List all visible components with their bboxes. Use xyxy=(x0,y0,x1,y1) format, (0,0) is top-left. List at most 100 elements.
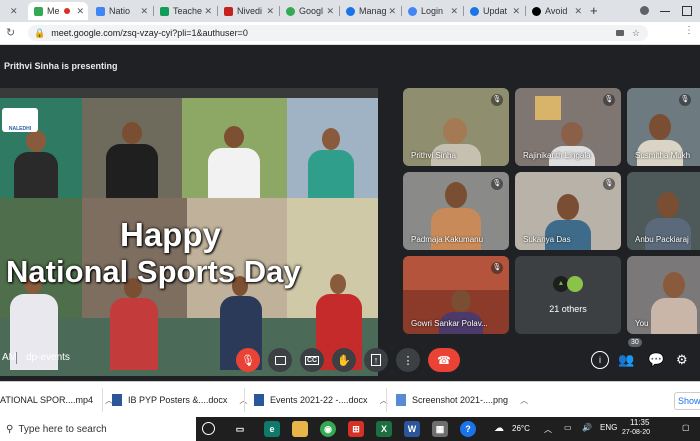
present-button[interactable]: ↑ xyxy=(364,348,388,372)
cloud-favicon-icon xyxy=(470,6,479,16)
participant-name: Susmitha Mukh xyxy=(635,151,691,160)
google-favicon-icon xyxy=(286,6,295,16)
close-icon[interactable]: ✕ xyxy=(512,6,520,17)
more-vert-icon: ⋮ xyxy=(402,354,414,367)
chevron-up-icon[interactable]: ︿ xyxy=(544,424,552,435)
captions-button[interactable]: CC xyxy=(300,348,324,372)
show-all-button[interactable]: Show xyxy=(674,392,700,410)
close-icon[interactable]: ✕ xyxy=(574,6,582,17)
hang-up-icon: ☎ xyxy=(437,354,451,367)
raise-hand-button[interactable]: ✋ xyxy=(332,348,356,372)
people-button[interactable]: 👥 xyxy=(618,352,634,368)
close-icon[interactable]: ✕ xyxy=(326,6,334,17)
chevron-up-icon[interactable]: ︿ xyxy=(520,395,528,406)
tab-national[interactable]: Natio ✕ xyxy=(90,2,152,20)
mic-muted-icon: 🎙 xyxy=(491,94,503,106)
close-icon[interactable]: ✕ xyxy=(450,6,458,17)
school-logo: NALEDHI xyxy=(2,108,38,132)
camera-icon[interactable] xyxy=(615,30,624,36)
tab-label: Avoid xyxy=(545,6,568,16)
leave-call-button[interactable]: ☎ xyxy=(428,348,460,372)
meet-favicon-icon xyxy=(34,6,43,16)
logo-text: NALEDHI xyxy=(8,126,32,132)
bookmark-star-icon[interactable]: ☆ xyxy=(632,28,640,39)
participant-tile[interactable]: 🎙 Prithvi Sinha xyxy=(403,88,509,166)
close-icon[interactable]: ✕ xyxy=(266,6,274,17)
help-icon[interactable]: ? xyxy=(460,421,476,437)
participant-tile[interactable]: 🎙 Susmitha Mukh xyxy=(627,88,700,166)
tab-label: Nivedi xyxy=(237,6,263,16)
close-icon[interactable]: ✕ xyxy=(10,6,18,17)
participant-name: Rajinikanth Lingala xyxy=(523,151,591,160)
participant-video xyxy=(557,194,579,220)
close-icon[interactable]: ✕ xyxy=(388,6,396,17)
lock-icon[interactable]: 🔒 xyxy=(34,28,45,39)
close-icon[interactable]: ✕ xyxy=(76,6,84,17)
more-menu-icon[interactable]: ⋮ xyxy=(684,25,694,36)
minimize-icon[interactable] xyxy=(660,11,670,12)
tab-teacher[interactable]: Teache ✕ xyxy=(154,2,216,20)
image-file-icon xyxy=(396,394,406,406)
activities-button[interactable]: ⚙ xyxy=(676,352,688,368)
cortana-icon[interactable] xyxy=(202,422,215,435)
close-icon[interactable]: ✕ xyxy=(204,6,212,17)
hand-icon: ✋ xyxy=(337,354,351,367)
taskbar-search[interactable]: ⚲ Type here to search xyxy=(0,417,196,441)
download-item[interactable]: ATIONAL SPOR....mp4 ︿ xyxy=(0,390,113,410)
present-icon: ↑ xyxy=(370,354,382,366)
tab-google[interactable]: Googl ✕ xyxy=(280,2,338,20)
meeting-time: AM xyxy=(2,352,17,363)
person xyxy=(322,128,340,150)
tab-update[interactable]: Updat ✕ xyxy=(464,2,524,20)
tab-partial[interactable]: ✕ xyxy=(0,2,26,20)
drive-favicon-icon xyxy=(96,6,105,16)
camera-toggle-button[interactable] xyxy=(268,348,292,372)
tab-avoid[interactable]: Avoid ✕ xyxy=(526,2,586,20)
speaker-icon[interactable]: 🔊 xyxy=(582,423,592,432)
tab-manage[interactable]: Manag ✕ xyxy=(340,2,400,20)
notifications-icon[interactable]: ▢ xyxy=(682,423,690,432)
captions-icon: CC xyxy=(304,355,320,365)
clock-date[interactable]: 27-08-20 xyxy=(622,429,650,436)
app-icon[interactable]: ⊞ xyxy=(348,421,364,437)
participant-tile[interactable]: 🎙 Sukanya Das xyxy=(515,172,621,250)
participant-tile[interactable]: 🎙 Gowri Sankar Polav... xyxy=(403,256,509,334)
self-tile[interactable]: You xyxy=(627,256,700,334)
calculator-icon[interactable]: ▦ xyxy=(432,421,448,437)
url-field[interactable]: 🔒 meet.google.com/zsq-vzay-cyi?pli=1&aut… xyxy=(28,25,648,41)
reload-icon[interactable]: ↻ xyxy=(6,26,15,39)
person xyxy=(224,126,244,148)
close-icon[interactable]: ✕ xyxy=(140,6,148,17)
doc-file-icon xyxy=(112,394,122,406)
mic-toggle-button[interactable]: 🎙 xyxy=(236,348,260,372)
clock-time[interactable]: 11:35 xyxy=(630,418,649,427)
download-item[interactable]: Screenshot 2021-....png ︿ xyxy=(396,390,528,410)
more-options-button[interactable]: ⋮ xyxy=(396,348,420,372)
meeting-controls: AM dp-events 🎙 CC ✋ ↑ ⋮ ☎ i 👥 30 💬 ⚙ xyxy=(0,338,700,381)
chat-button[interactable]: 💬 xyxy=(648,352,664,368)
chrome-icon[interactable]: ◉ xyxy=(320,421,336,437)
tab-meet[interactable]: Me ✕ xyxy=(28,2,88,20)
language[interactable]: ENG xyxy=(600,423,617,432)
download-item[interactable]: IB PYP Posters &....docx ︿ xyxy=(112,390,247,410)
download-item[interactable]: Events 2021-22 -....docx ︿ xyxy=(254,390,388,410)
tab-search-icon[interactable] xyxy=(640,6,649,15)
others-tile[interactable]: ▲ 21 others xyxy=(515,256,621,334)
meeting-info-button[interactable]: i xyxy=(591,351,609,369)
excel-icon[interactable]: X xyxy=(376,421,392,437)
participant-tile[interactable]: Anbu Packiaraj xyxy=(627,172,700,250)
edge-icon[interactable]: e xyxy=(264,421,280,437)
maximize-icon[interactable] xyxy=(682,6,692,16)
participant-tile[interactable]: 🎙 Padmaja Kakumanu xyxy=(403,172,509,250)
tab-nivedi[interactable]: Nivedi ✕ xyxy=(218,2,278,20)
task-view-icon[interactable]: ▭ xyxy=(232,421,248,437)
new-tab-button[interactable]: + xyxy=(590,3,598,18)
google-favicon-icon xyxy=(408,6,417,16)
tab-label: Updat xyxy=(483,6,508,16)
word-icon[interactable]: W xyxy=(404,421,420,437)
tab-login[interactable]: Login ✕ xyxy=(402,2,462,20)
slide-heading-line2: National Sports Day xyxy=(6,254,301,289)
network-icon[interactable]: ▭ xyxy=(564,423,572,432)
participant-tile[interactable]: 🎙 Rajinikanth Lingala xyxy=(515,88,621,166)
file-explorer-icon[interactable] xyxy=(292,421,308,437)
